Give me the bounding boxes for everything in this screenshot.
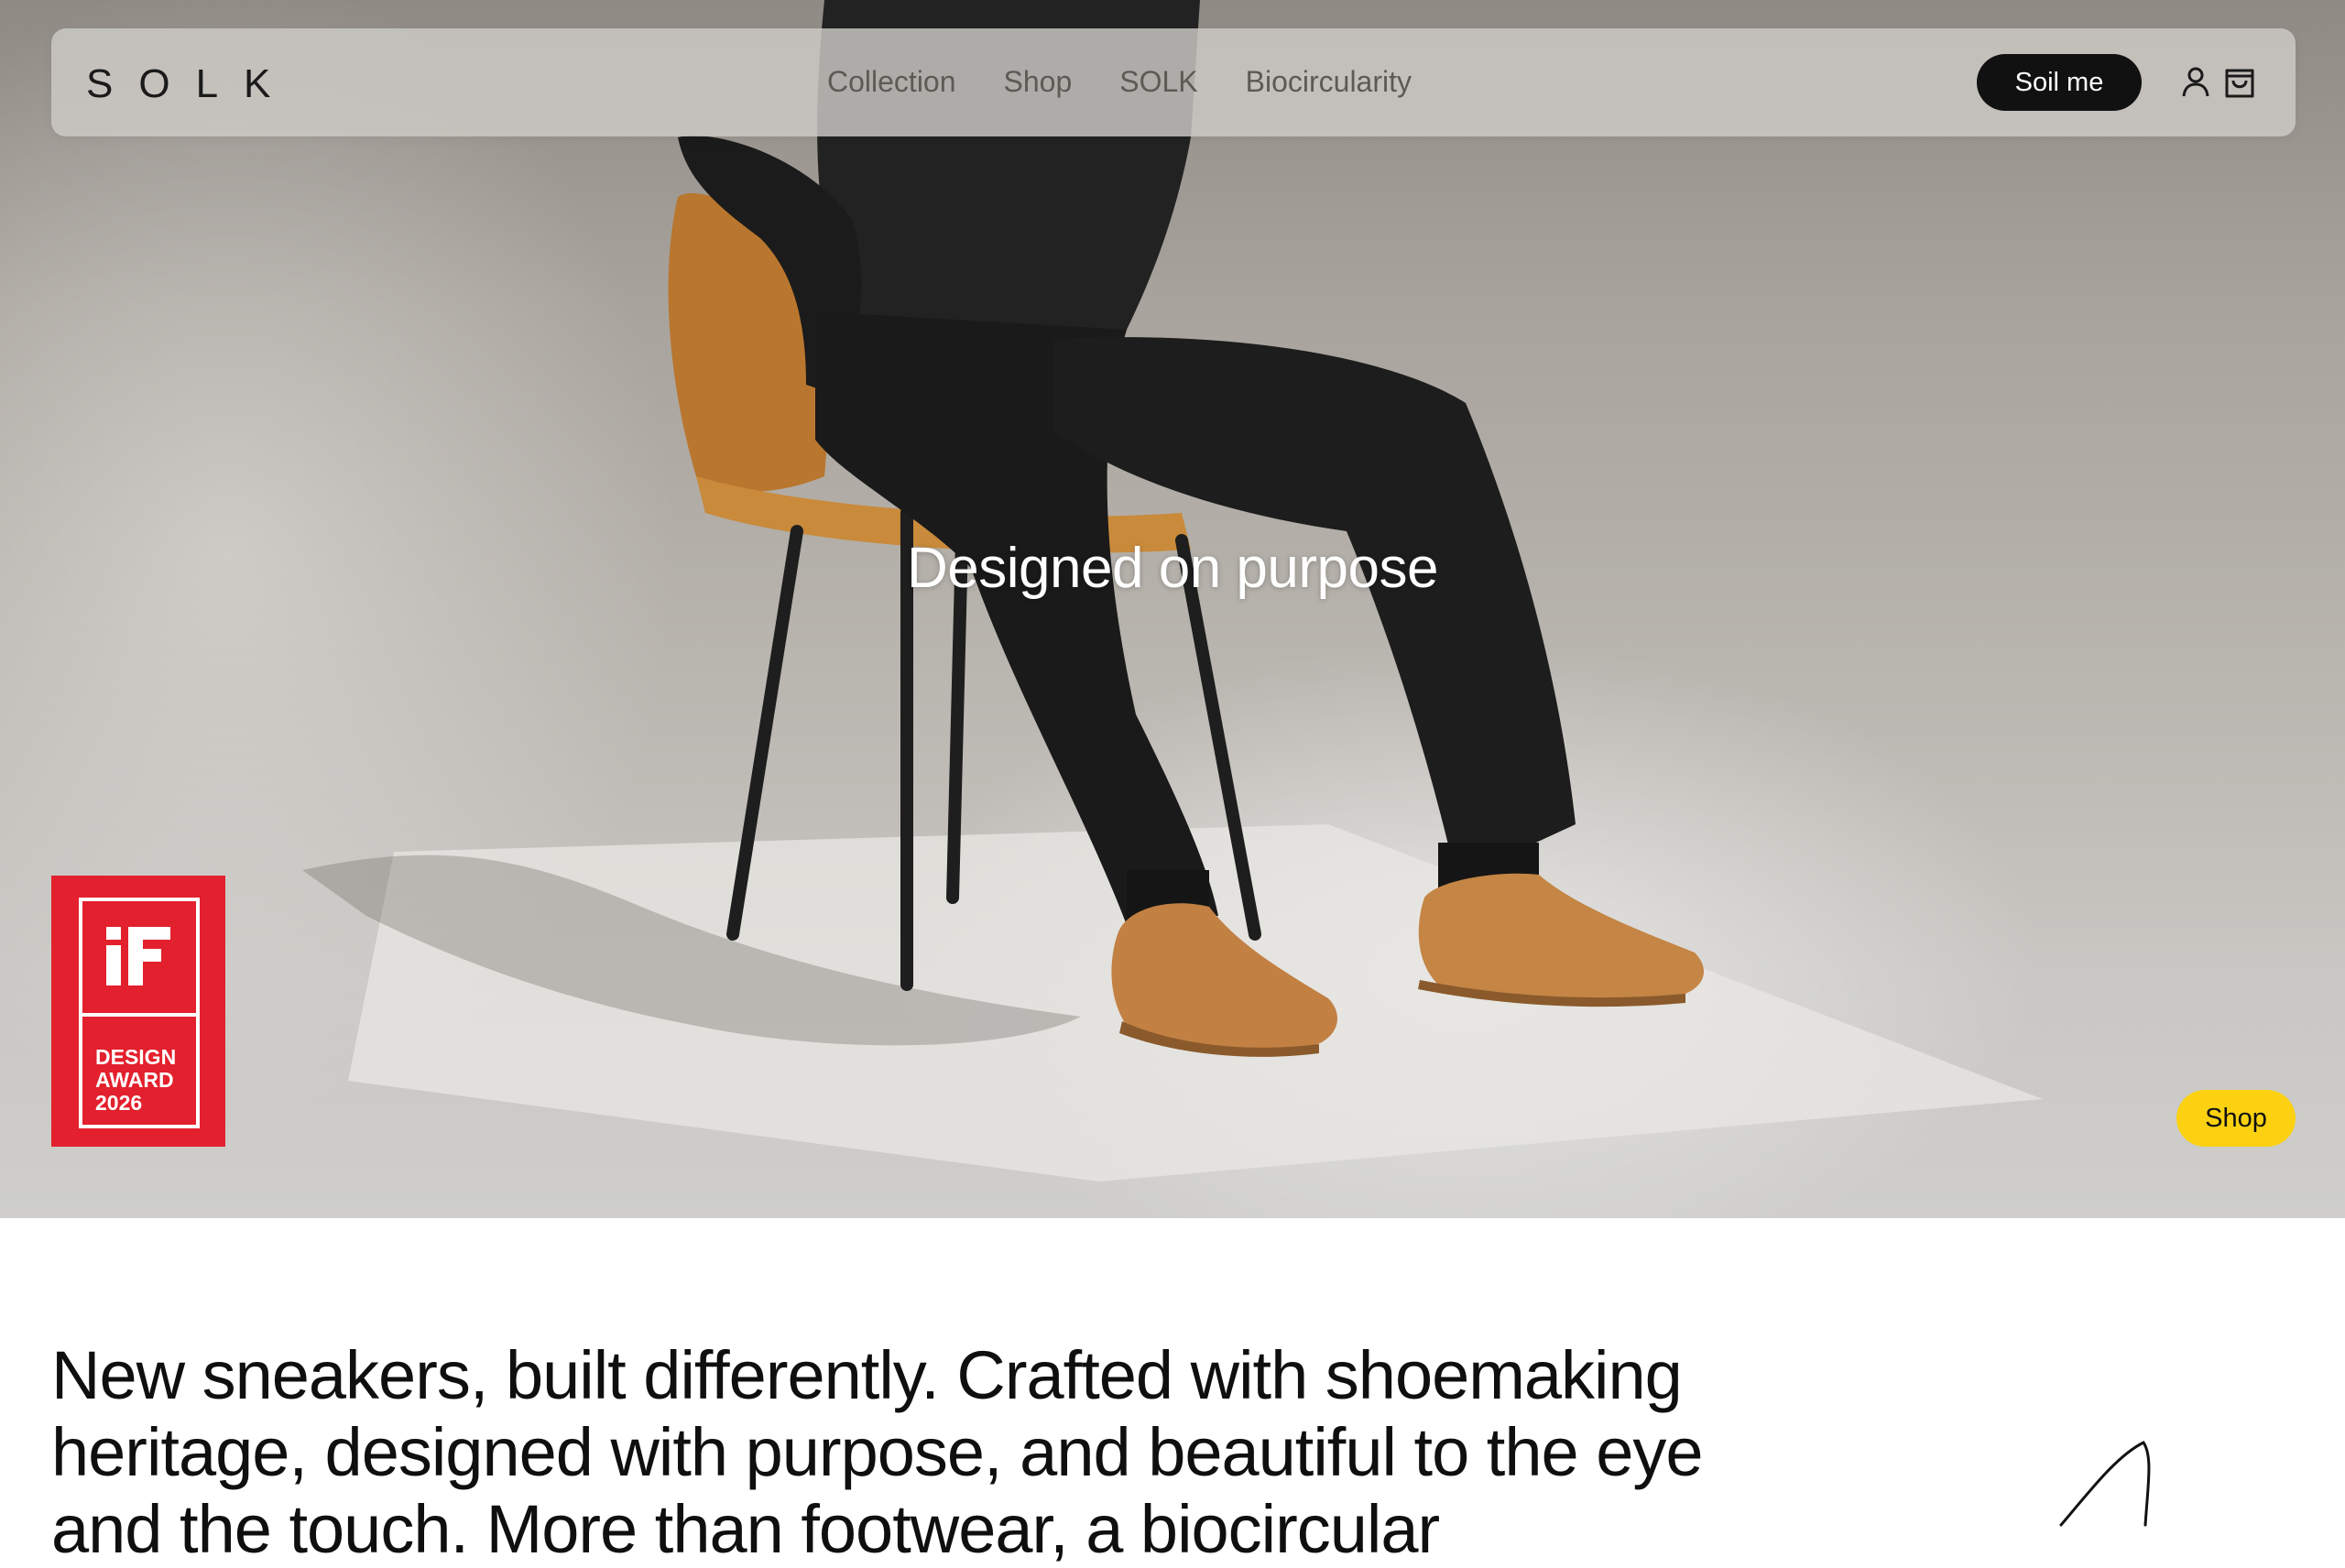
award-line-design: DESIGN [95, 1045, 177, 1069]
if-logo [82, 901, 196, 1015]
award-line-year: 2026 [95, 1091, 143, 1115]
nav-link-shop[interactable]: Shop [1004, 65, 1073, 99]
user-icon[interactable] [2179, 65, 2212, 100]
top-navigation: SOLK Collection Shop SOLK Biocircularity… [51, 28, 2296, 136]
hero-photo [302, 0, 2043, 1181]
hero-section: Designed on purpose SOLK Collection Shop… [0, 0, 2345, 1218]
award-frame: DESIGN AWARD 2026 [79, 898, 200, 1128]
intro-text: New sneakers, built differently. Crafted… [51, 1337, 1704, 1567]
main-menu: Collection Shop SOLK Biocircularity [827, 65, 1412, 99]
nav-link-biocircularity[interactable]: Biocircularity [1246, 65, 1412, 99]
shopping-bag-icon[interactable] [2223, 65, 2256, 100]
award-text: DESIGN AWARD 2026 [95, 1046, 176, 1115]
award-line-award: AWARD [95, 1068, 174, 1092]
nav-link-collection[interactable]: Collection [827, 65, 956, 99]
award-divider [82, 1013, 196, 1017]
decorative-scribble [2059, 1441, 2151, 1527]
soil-me-button[interactable]: Soil me [1977, 54, 2142, 111]
shop-button[interactable]: Shop [2176, 1090, 2296, 1147]
brand-logo[interactable]: SOLK [86, 61, 296, 107]
nav-link-solk[interactable]: SOLK [1119, 65, 1197, 99]
hero-caption: Designed on purpose [907, 537, 1438, 600]
if-design-award-badge: DESIGN AWARD 2026 [51, 876, 225, 1147]
